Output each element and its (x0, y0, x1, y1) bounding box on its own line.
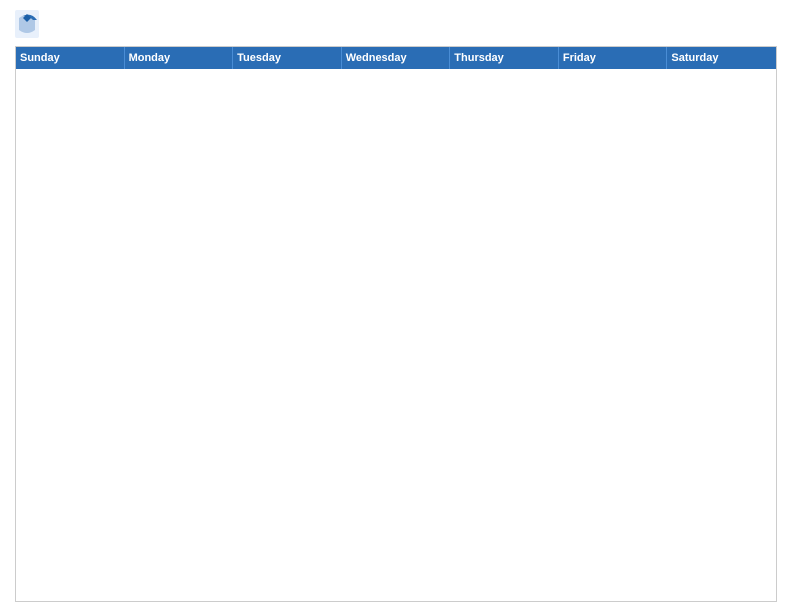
header-day-wednesday: Wednesday (342, 47, 451, 69)
header-day-friday: Friday (559, 47, 668, 69)
header-day-thursday: Thursday (450, 47, 559, 69)
logo (15, 10, 42, 38)
calendar-body (16, 69, 776, 601)
header (15, 10, 777, 38)
page: SundayMondayTuesdayWednesdayThursdayFrid… (0, 0, 792, 612)
logo-icon (15, 10, 39, 38)
header-day-tuesday: Tuesday (233, 47, 342, 69)
calendar-header: SundayMondayTuesdayWednesdayThursdayFrid… (16, 47, 776, 69)
header-day-saturday: Saturday (667, 47, 776, 69)
calendar: SundayMondayTuesdayWednesdayThursdayFrid… (15, 46, 777, 602)
header-day-monday: Monday (125, 47, 234, 69)
header-day-sunday: Sunday (16, 47, 125, 69)
